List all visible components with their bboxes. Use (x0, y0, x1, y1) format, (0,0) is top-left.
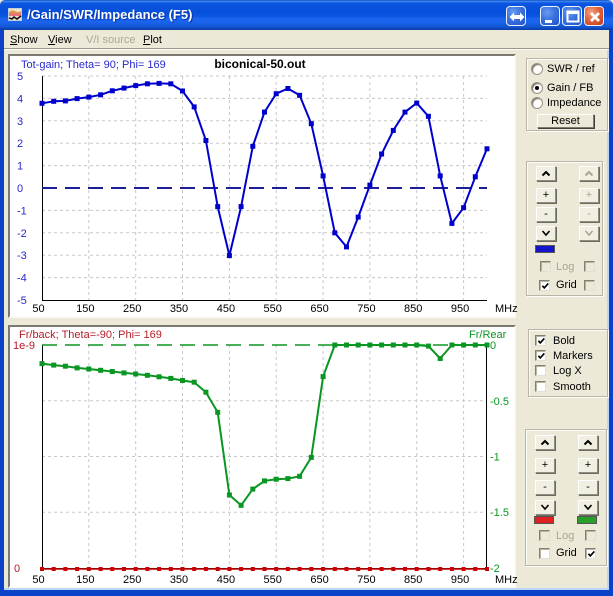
svg-text:Fr/Rear: Fr/Rear (469, 329, 507, 341)
svg-text:550: 550 (264, 303, 282, 315)
svg-text:-4: -4 (17, 273, 27, 285)
svg-text:4: 4 (17, 93, 23, 105)
svg-text:1e-9: 1e-9 (13, 340, 35, 352)
svg-text:150: 150 (76, 574, 94, 586)
svg-text:-1.5: -1.5 (490, 507, 509, 519)
svg-text:850: 850 (404, 303, 422, 315)
svg-text:50: 50 (32, 574, 44, 586)
svg-text:750: 750 (357, 303, 375, 315)
svg-text:-1: -1 (17, 205, 27, 217)
svg-text:950: 950 (451, 574, 469, 586)
svg-text:2: 2 (17, 138, 23, 150)
svg-text:-1: -1 (490, 452, 500, 464)
svg-text:1: 1 (17, 161, 23, 173)
svg-text:150: 150 (76, 303, 94, 315)
svg-text:Fr/back; Theta=-90; Phi= 169: Fr/back; Theta=-90; Phi= 169 (19, 329, 162, 341)
svg-text:-2: -2 (17, 228, 27, 240)
svg-text:biconical-50.out: biconical-50.out (214, 57, 305, 71)
svg-text:750: 750 (357, 574, 375, 586)
svg-text:-5: -5 (17, 295, 27, 307)
svg-text:650: 650 (310, 303, 328, 315)
svg-text:MHz: MHz (495, 574, 518, 586)
svg-text:-3: -3 (17, 250, 27, 262)
svg-text:3: 3 (17, 116, 23, 128)
svg-text:Tot-gain; Theta= 90; Phi= 169: Tot-gain; Theta= 90; Phi= 169 (21, 59, 166, 71)
svg-text:550: 550 (264, 574, 282, 586)
svg-text:250: 250 (123, 303, 141, 315)
svg-text:5: 5 (17, 71, 23, 83)
svg-text:50: 50 (32, 303, 44, 315)
svg-text:850: 850 (404, 574, 422, 586)
svg-text:MHz: MHz (495, 303, 518, 315)
svg-text:950: 950 (451, 303, 469, 315)
svg-text:650: 650 (310, 574, 328, 586)
svg-text:0: 0 (490, 340, 496, 352)
svg-text:350: 350 (170, 574, 188, 586)
svg-text:350: 350 (170, 303, 188, 315)
svg-text:450: 450 (217, 574, 235, 586)
svg-text:0: 0 (17, 183, 23, 195)
svg-text:0: 0 (14, 563, 20, 575)
svg-text:-0.5: -0.5 (490, 396, 509, 408)
svg-text:450: 450 (217, 303, 235, 315)
svg-text:250: 250 (123, 574, 141, 586)
